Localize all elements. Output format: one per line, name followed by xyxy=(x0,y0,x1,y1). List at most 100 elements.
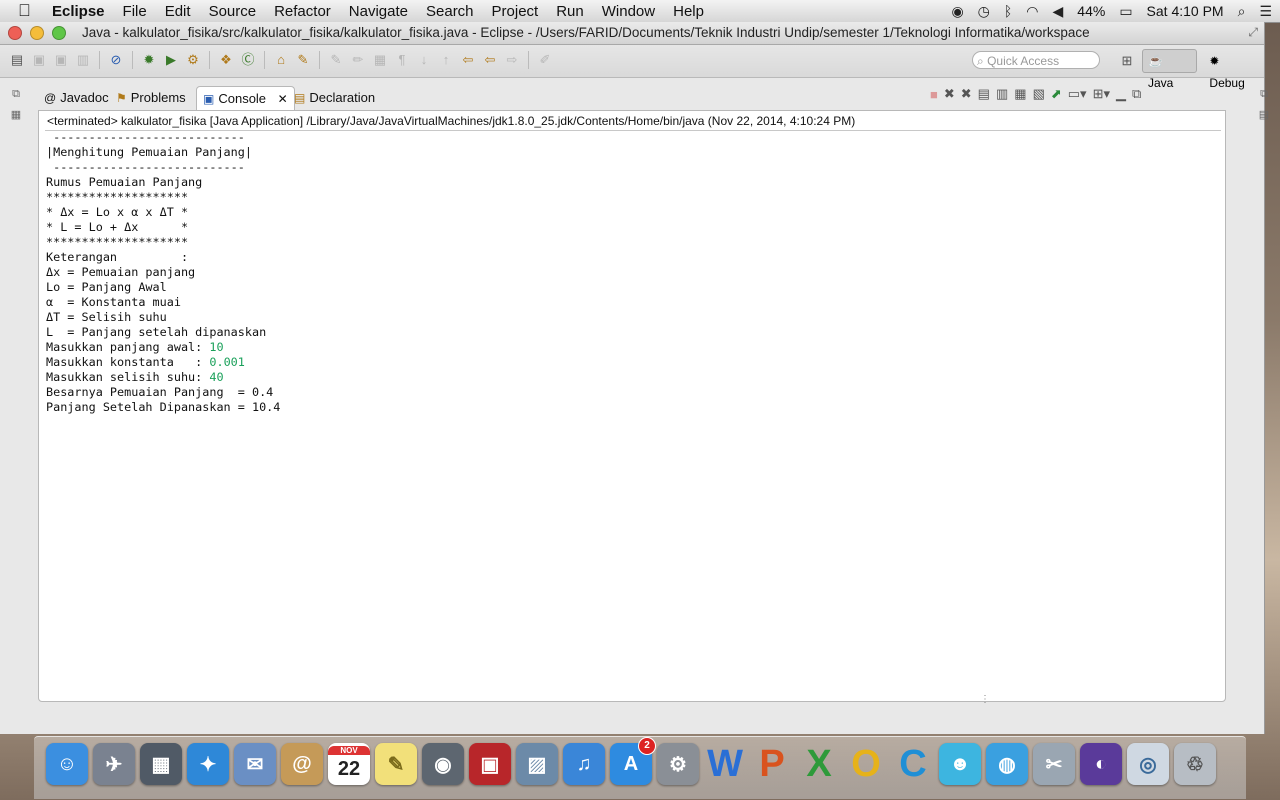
wifi-icon[interactable]: ◠ xyxy=(1026,3,1038,20)
show-whitespace-icon[interactable]: ¶ xyxy=(393,51,411,69)
java-perspective-button[interactable]: ☕ Java xyxy=(1141,49,1198,90)
contacts-icon[interactable]: @ xyxy=(281,743,323,785)
block-selection-icon[interactable]: ▦ xyxy=(371,51,389,69)
menu-help[interactable]: Help xyxy=(673,3,704,20)
save-icon[interactable]: ▣ xyxy=(30,51,48,69)
status-grip-icon[interactable]: ⋮ xyxy=(980,694,990,705)
maximize-view-icon[interactable]: ⧉ xyxy=(1132,86,1141,102)
zoom-window-button[interactable] xyxy=(52,26,66,40)
outlook-icon[interactable]: O xyxy=(845,743,887,785)
battery-percent[interactable]: 44% xyxy=(1077,3,1105,19)
print-icon[interactable]: ▥ xyxy=(74,51,92,69)
restore-icon[interactable]: ⧉ xyxy=(8,88,24,102)
menu-run[interactable]: Run xyxy=(556,3,584,20)
battery-icon[interactable]: ▭ xyxy=(1119,3,1132,20)
eclipse-icon[interactable]: ◐ xyxy=(1080,743,1122,785)
pin-editor-icon[interactable]: ✐ xyxy=(536,51,554,69)
package-explorer-icon[interactable]: ▦ xyxy=(8,108,24,122)
remove-launch-icon[interactable]: ✖ xyxy=(944,86,955,102)
powerpoint-icon[interactable]: P xyxy=(751,743,793,785)
close-window-button[interactable] xyxy=(8,26,22,40)
open-console-icon[interactable]: ⊞▾ xyxy=(1093,86,1110,102)
menu-source[interactable]: Source xyxy=(209,3,257,20)
minimize-window-button[interactable] xyxy=(30,26,44,40)
tab-console[interactable]: ▣ Console ✕ xyxy=(196,86,295,111)
menu-search[interactable]: Search xyxy=(426,3,474,20)
menu-window[interactable]: Window xyxy=(602,3,655,20)
time-machine-icon[interactable]: ◷ xyxy=(978,3,990,20)
safari-icon[interactable]: ✦ xyxy=(187,743,229,785)
save-all-icon[interactable]: ▣ xyxy=(52,51,70,69)
photo-booth-icon[interactable]: ▣ xyxy=(469,743,511,785)
next-annotation-icon[interactable]: ↓ xyxy=(415,51,433,69)
preview-icon[interactable]: ◎ xyxy=(1127,743,1169,785)
facetime-icon[interactable]: ◉ xyxy=(422,743,464,785)
restore-icon[interactable]: ⧉ xyxy=(1256,88,1272,102)
fullscreen-icon[interactable]: ⤢ xyxy=(1248,25,1258,40)
clear-console-icon[interactable]: ▤ xyxy=(978,86,990,102)
run-icon[interactable]: ▶ xyxy=(162,51,180,69)
mission-control-icon[interactable]: ▦ xyxy=(140,743,182,785)
new-java-class-icon[interactable]: Ⓒ xyxy=(239,51,257,69)
menu-clock[interactable]: Sat 4:10 PM xyxy=(1147,3,1224,19)
quick-access-input[interactable]: ⌕ Quick Access xyxy=(972,51,1100,69)
previous-annotation-icon[interactable]: ↑ xyxy=(437,51,455,69)
debug-perspective-button[interactable]: ✹ Debug xyxy=(1203,49,1264,90)
tab-javadoc[interactable]: @ Javadoc xyxy=(44,86,109,110)
volume-icon[interactable]: ◀ xyxy=(1053,3,1064,20)
apple-menu-icon[interactable]:  xyxy=(18,1,38,21)
menu-file[interactable]: File xyxy=(123,3,147,20)
last-edit-location-icon[interactable]: ⇦ xyxy=(459,51,477,69)
terminate-icon[interactable]: ■ xyxy=(930,87,938,102)
menu-navigate[interactable]: Navigate xyxy=(349,3,408,20)
console-view[interactable]: <terminated> kalkulator_fisika [Java App… xyxy=(38,110,1226,702)
annotation-icon[interactable]: ✏ xyxy=(349,51,367,69)
pin-console-icon[interactable]: ⬈ xyxy=(1051,86,1062,102)
remove-all-terminated-icon[interactable]: ✖ xyxy=(961,86,972,102)
finder-icon[interactable]: ☺ xyxy=(46,743,88,785)
tab-problems[interactable]: ⚑ Problems xyxy=(116,86,186,110)
console-output[interactable]: --------------------------- |Menghitung P… xyxy=(46,130,280,415)
word-icon[interactable]: W xyxy=(704,743,746,785)
iphoto-icon[interactable]: ▨ xyxy=(516,743,558,785)
back-icon[interactable]: ⇦ xyxy=(481,51,499,69)
excel-icon[interactable]: X xyxy=(798,743,840,785)
directory-utility-icon[interactable]: ✂ xyxy=(1033,743,1075,785)
launchpad-icon[interactable]: ✈ xyxy=(93,743,135,785)
messenger-icon[interactable]: ☻ xyxy=(939,743,981,785)
tab-declaration[interactable]: ▤ Declaration xyxy=(294,86,375,110)
app-store-icon[interactable]: A2 xyxy=(610,737,656,785)
mail-icon[interactable]: ✉ xyxy=(234,743,276,785)
calendar-icon[interactable]: NOV 22 xyxy=(328,743,370,785)
show-on-output-icon[interactable]: ▦ xyxy=(1014,86,1026,102)
spotlight-icon[interactable]: ⌕ xyxy=(1238,3,1246,20)
menu-project[interactable]: Project xyxy=(492,3,539,20)
debug-icon[interactable]: ✹ xyxy=(140,51,158,69)
scroll-lock-icon[interactable]: ▥ xyxy=(996,86,1008,102)
new-java-project-icon[interactable]: ❖ xyxy=(217,51,235,69)
outline-icon[interactable]: ▤ xyxy=(1256,108,1272,122)
lync-icon[interactable]: C xyxy=(892,743,934,785)
display-console-icon[interactable]: ▭▾ xyxy=(1068,86,1087,102)
open-perspective-icon[interactable]: ⊞ xyxy=(1118,52,1136,70)
menu-app-name[interactable]: Eclipse xyxy=(52,3,105,20)
toggle-mark-icon[interactable]: ✎ xyxy=(327,51,345,69)
notes-icon[interactable]: ✎ xyxy=(375,743,417,785)
eye-icon[interactable]: ◉ xyxy=(951,3,963,20)
network-icon[interactable]: ◍ xyxy=(986,743,1028,785)
forward-icon[interactable]: ⇨ xyxy=(503,51,521,69)
trash-icon[interactable]: ♲ xyxy=(1174,743,1216,785)
close-tab-icon[interactable]: ✕ xyxy=(278,92,288,106)
notification-center-icon[interactable]: ☰ xyxy=(1259,3,1272,20)
new-icon[interactable]: ▤ xyxy=(8,51,26,69)
open-type-icon[interactable]: ⌂ xyxy=(272,51,290,69)
show-on-error-icon[interactable]: ▧ xyxy=(1033,86,1045,102)
system-preferences-icon[interactable]: ⚙ xyxy=(657,743,699,785)
menu-refactor[interactable]: Refactor xyxy=(274,3,331,20)
search-tool-icon[interactable]: ✎ xyxy=(294,51,312,69)
bluetooth-icon[interactable]: ᛒ xyxy=(1004,3,1012,19)
menu-edit[interactable]: Edit xyxy=(165,3,191,20)
skip-breakpoints-icon[interactable]: ⊘ xyxy=(107,51,125,69)
itunes-icon[interactable]: ♫ xyxy=(563,743,605,785)
external-tools-icon[interactable]: ⚙ xyxy=(184,51,202,69)
